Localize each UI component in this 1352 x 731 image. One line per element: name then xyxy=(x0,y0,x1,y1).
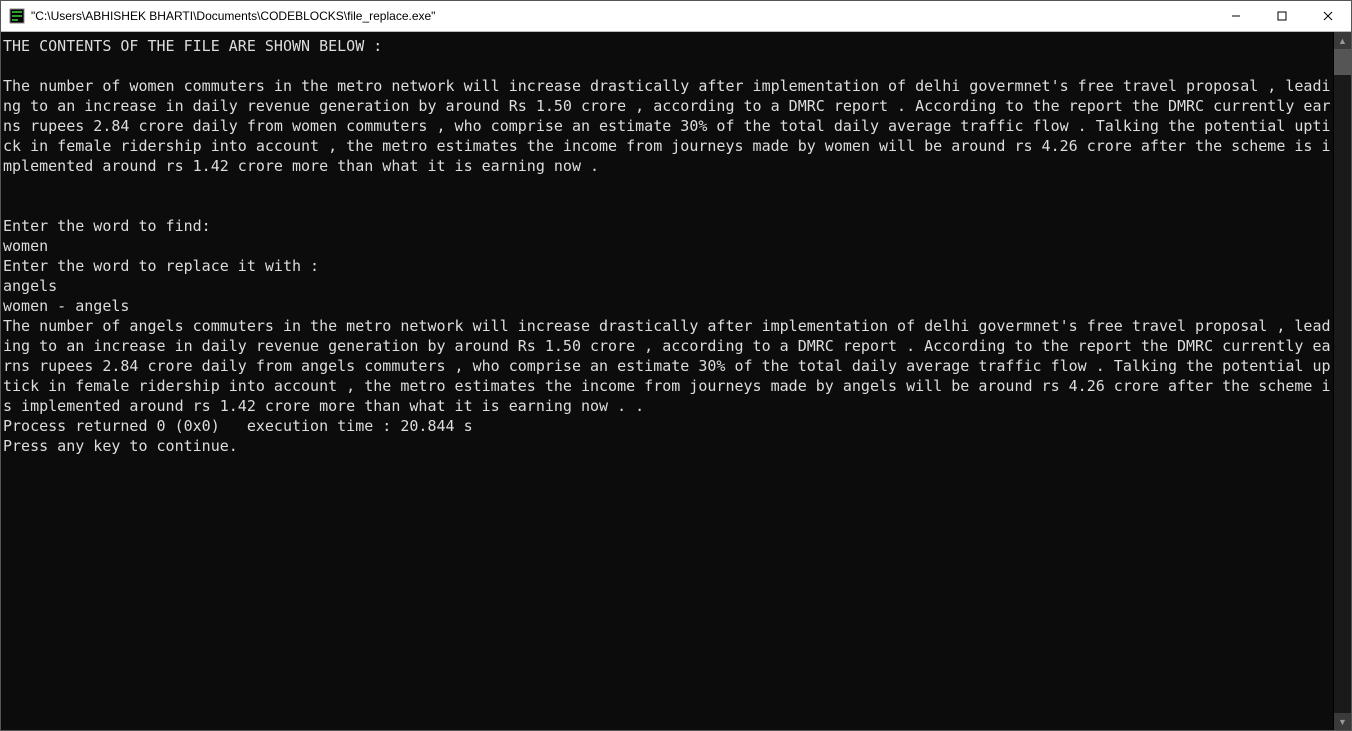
client-area: THE CONTENTS OF THE FILE ARE SHOWN BELOW… xyxy=(1,32,1351,730)
scroll-down-button[interactable]: ▼ xyxy=(1334,713,1351,730)
scroll-track[interactable] xyxy=(1334,49,1351,713)
app-icon xyxy=(9,8,25,24)
window-controls xyxy=(1213,1,1351,31)
console-window: "C:\Users\ABHISHEK BHARTI\Documents\CODE… xyxy=(0,0,1352,731)
scroll-thumb[interactable] xyxy=(1334,49,1351,75)
chevron-down-icon: ▼ xyxy=(1338,717,1347,727)
minimize-button[interactable] xyxy=(1213,1,1259,31)
titlebar[interactable]: "C:\Users\ABHISHEK BHARTI\Documents\CODE… xyxy=(1,1,1351,32)
chevron-up-icon: ▲ xyxy=(1338,36,1347,46)
window-title: "C:\Users\ABHISHEK BHARTI\Documents\CODE… xyxy=(31,9,1213,23)
vertical-scrollbar[interactable]: ▲ ▼ xyxy=(1333,32,1351,730)
maximize-button[interactable] xyxy=(1259,1,1305,31)
scroll-up-button[interactable]: ▲ xyxy=(1334,32,1351,49)
close-button[interactable] xyxy=(1305,1,1351,31)
console-output[interactable]: THE CONTENTS OF THE FILE ARE SHOWN BELOW… xyxy=(1,32,1333,730)
